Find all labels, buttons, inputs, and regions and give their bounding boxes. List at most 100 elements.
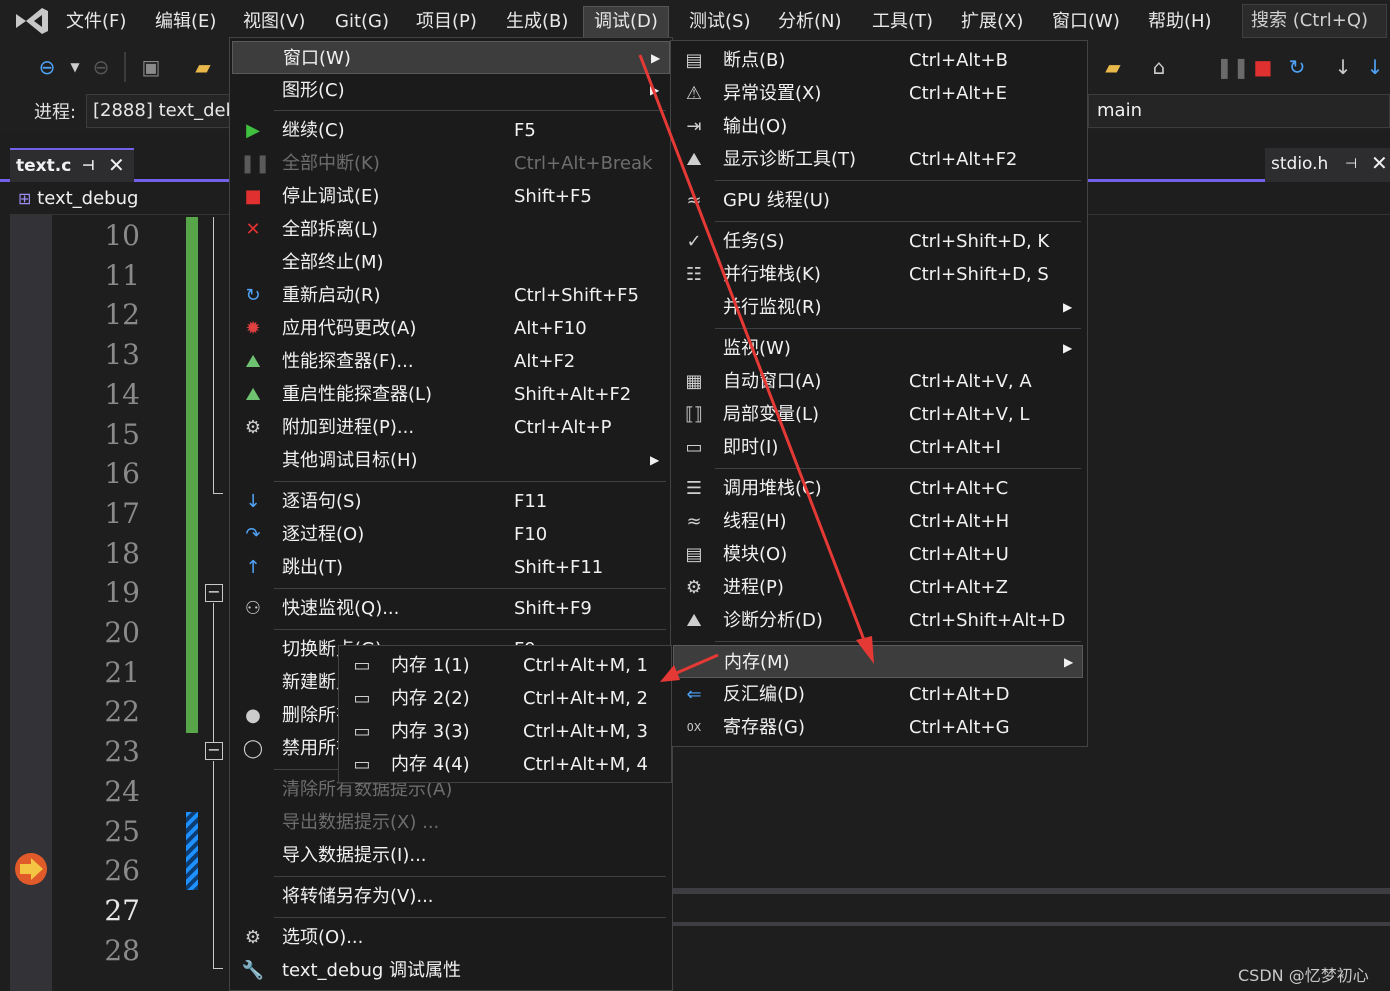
back-icon[interactable]: ⊖ [34, 54, 60, 80]
debug-menu-item[interactable]: ⚇ 快速监视(Q)... Shift+F9 [232, 592, 670, 625]
new-project-icon[interactable]: ▣ [138, 54, 164, 80]
pin-icon[interactable]: ⊣ [82, 150, 95, 182]
debug-menu-item[interactable]: ↷ 逐过程(O) F10 [232, 518, 670, 551]
menu-item-shortcut: Shift+F9 [514, 598, 592, 619]
stop-icon[interactable]: ■ [1250, 54, 1276, 80]
menu-separator [715, 468, 1081, 469]
window-menu-item[interactable]: ☷ 并行堆栈(K) Ctrl+Shift+D, S [673, 258, 1083, 291]
submenu-arrow-icon: ▶ [1064, 655, 1074, 669]
window-menu-item[interactable]: ⇥ 输出(O) [673, 110, 1083, 143]
debug-menu-item[interactable]: 🔧 text_debug 调试属性 [232, 954, 670, 987]
debug-menu-item[interactable]: ⛰ 性能探查器(F)... Alt+F2 [232, 345, 670, 378]
menu-item-label: 监视(W) [723, 338, 791, 359]
window-menu-item[interactable]: ⛰ 诊断分析(D) Ctrl+Shift+Alt+D [673, 604, 1083, 637]
window-menu-item[interactable]: ▤ 模块(O) Ctrl+Alt+U [673, 538, 1083, 571]
pin-icon[interactable]: ⊣ [1345, 148, 1357, 180]
window-menu-item[interactable]: ▤ 断点(B) Ctrl+Alt+B [673, 44, 1083, 77]
debug-menu-item[interactable]: 其他调试目标(H) ▶ [232, 444, 670, 477]
memory-menu-item[interactable]: ▭ 内存 3(3) Ctrl+Alt+M, 3 [341, 715, 669, 748]
step-over-icon[interactable]: ↓ [1362, 54, 1388, 80]
debug-menu-item[interactable]: 窗口(W) ▶ [232, 41, 670, 74]
window-menu-item[interactable]: 0X 寄存器(G) Ctrl+Alt+G [673, 711, 1083, 744]
back-dropdown-icon[interactable]: ▼ [62, 54, 88, 80]
debug-menu-item[interactable]: ✹ 应用代码更改(A) Alt+F10 [232, 312, 670, 345]
memory-menu-item[interactable]: ▭ 内存 4(4) Ctrl+Alt+M, 4 [341, 748, 669, 781]
menu-edit[interactable]: 编辑(E) [155, 8, 216, 36]
close-icon[interactable]: ✕ [108, 149, 125, 181]
window-menu-item[interactable]: ⛰ 显示诊断工具(T) Ctrl+Alt+F2 [673, 143, 1083, 176]
attach-icon: ⚙ [244, 417, 262, 438]
menu-item-shortcut: Shift+Alt+F2 [514, 384, 632, 405]
debug-menu-item[interactable]: ⚙ 选项(O)... [232, 921, 670, 954]
window-menu-item[interactable]: ⇐ 反汇编(D) Ctrl+Alt+D [673, 678, 1083, 711]
debug-menu-item[interactable]: ↻ 重新启动(R) Ctrl+Shift+F5 [232, 279, 670, 312]
menu-project[interactable]: 项目(P) [416, 8, 477, 36]
layout-icon[interactable]: ⌂ [1146, 54, 1172, 80]
window-menu-item[interactable]: ⚙ 进程(P) Ctrl+Alt+Z [673, 571, 1083, 604]
collapse-icon[interactable]: − [205, 584, 223, 602]
window-menu-item[interactable]: ✓ 任务(S) Ctrl+Shift+D, K [673, 225, 1083, 258]
menu-item-label: 窗口(W) [283, 48, 351, 69]
window-menu-item[interactable]: ☰ 调用堆栈(C) Ctrl+Alt+C [673, 472, 1083, 505]
window-menu-item[interactable]: ≈ 线程(H) Ctrl+Alt+H [673, 505, 1083, 538]
debug-menu-item[interactable]: ▶ 继续(C) F5 [232, 114, 670, 147]
debug-menu-item[interactable]: 图形(C) ▶ [232, 74, 670, 107]
tab-stdio-h[interactable]: stdio.h ⊣ ✕ [1265, 148, 1390, 182]
window-menu-item[interactable]: ▭ 即时(I) Ctrl+Alt+I [673, 431, 1083, 464]
memory-menu-item[interactable]: ▭ 内存 1(1) Ctrl+Alt+M, 1 [341, 649, 669, 682]
debug-menu-item[interactable]: ✕ 全部拆离(L) [232, 213, 670, 246]
debug-menu-item[interactable]: ⛰ 重启性能探查器(L) Shift+Alt+F2 [232, 378, 670, 411]
stack-frame-dropdown[interactable]: main [1088, 94, 1390, 128]
visual-studio-logo-icon[interactable] [14, 6, 50, 36]
menu-debug[interactable]: 调试(D) [583, 6, 669, 38]
gear-icon: ⚙ [244, 927, 262, 948]
menu-test[interactable]: 测试(S) [689, 8, 750, 36]
tab-text-c[interactable]: text.c ⊣ ✕ [10, 148, 134, 182]
window-menu-item[interactable]: ⟦⟧ 局部变量(L) Ctrl+Alt+V, L [673, 398, 1083, 431]
debug-menu-item[interactable]: ■ 停止调试(E) Shift+F5 [232, 180, 670, 213]
window-menu-item[interactable]: ⚠ 异常设置(X) Ctrl+Alt+E [673, 77, 1083, 110]
menu-item-shortcut: Ctrl+Alt+M, 2 [523, 688, 648, 709]
window-menu-item[interactable]: ▦ 自动窗口(A) Ctrl+Alt+V, A [673, 365, 1083, 398]
window-menu-item[interactable]: 内存(M) ▶ [673, 645, 1083, 678]
menu-item-shortcut: Ctrl+Alt+D [909, 684, 1010, 705]
menu-tools[interactable]: 工具(T) [872, 8, 933, 36]
menu-separator [715, 328, 1081, 329]
menu-item-shortcut: Ctrl+Alt+C [909, 478, 1009, 499]
menu-window[interactable]: 窗口(W) [1052, 8, 1120, 36]
pause-icon[interactable]: ❚❚ [1216, 54, 1250, 80]
horizontal-scrollbar[interactable] [670, 922, 1390, 926]
menu-help[interactable]: 帮助(H) [1148, 8, 1212, 36]
debug-menu-item[interactable]: 导入数据提示(I)... [232, 839, 670, 872]
step-into-icon[interactable]: ↓ [1330, 54, 1356, 80]
menu-item-label: 内存 4(4) [391, 754, 470, 775]
collapse-icon[interactable]: − [205, 742, 223, 760]
menu-git[interactable]: Git(G) [335, 8, 389, 36]
memory-icon: ▭ [353, 721, 371, 742]
menu-file[interactable]: 文件(F) [66, 8, 126, 36]
process-dropdown[interactable]: [2888] text_debug.exe [86, 94, 236, 128]
menu-bar: 文件(F) 编辑(E) 视图(V) Git(G) 项目(P) 生成(B) 调试(… [0, 0, 1390, 44]
memory-menu-item[interactable]: ▭ 内存 2(2) Ctrl+Alt+M, 2 [341, 682, 669, 715]
close-icon[interactable]: ✕ [1371, 147, 1388, 179]
debug-menu-item[interactable]: ↑ 跳出(T) Shift+F11 [232, 551, 670, 584]
forward-icon[interactable]: ⊖ [88, 54, 114, 80]
debug-menu-item[interactable]: 全部终止(M) [232, 246, 670, 279]
menu-build[interactable]: 生成(B) [506, 8, 568, 36]
menu-view[interactable]: 视图(V) [243, 8, 305, 36]
open-folder-icon[interactable]: ▰ [190, 54, 216, 80]
menu-analyze[interactable]: 分析(N) [778, 8, 842, 36]
line-number: 20 [104, 616, 140, 649]
window-menu-item[interactable]: 并行监视(R) ▶ [673, 291, 1083, 324]
menu-item-label: 选项(O)... [282, 927, 364, 948]
search-input[interactable]: 搜索 (Ctrl+Q) [1242, 4, 1387, 38]
window-menu-item[interactable]: 监视(W) ▶ [673, 332, 1083, 365]
horizontal-scrollbar[interactable] [670, 888, 1390, 894]
restart-icon[interactable]: ↻ [1284, 54, 1310, 80]
window-menu-item[interactable]: ≈ GPU 线程(U) [673, 184, 1083, 217]
menu-extensions[interactable]: 扩展(X) [961, 8, 1023, 36]
debug-menu-item[interactable]: ⚙ 附加到进程(P)... Ctrl+Alt+P [232, 411, 670, 444]
debug-menu-item[interactable]: 将转储另存为(V)... [232, 880, 670, 913]
debug-menu-item[interactable]: ↓ 逐语句(S) F11 [232, 485, 670, 518]
folder-view-icon[interactable]: ▰ [1100, 54, 1126, 80]
